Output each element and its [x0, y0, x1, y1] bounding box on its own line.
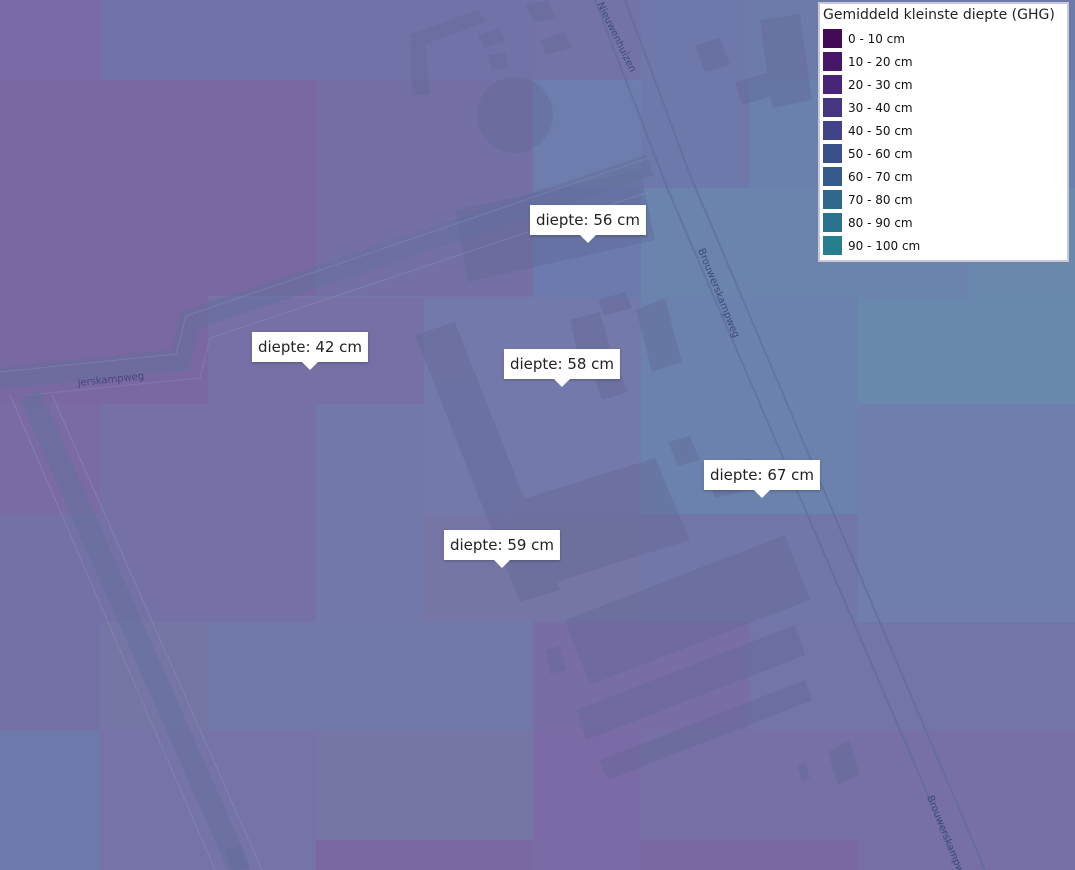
- legend-item: 50 - 60 cm: [822, 142, 1065, 165]
- legend-swatch: [823, 121, 842, 140]
- legend-swatch: [823, 236, 842, 255]
- depth-callout[interactable]: diepte: 42 cm: [251, 332, 369, 370]
- legend-swatch: [823, 29, 842, 48]
- legend-item: 90 - 100 cm: [822, 234, 1065, 257]
- legend-label: 40 - 50 cm: [848, 123, 913, 138]
- legend-swatch: [823, 75, 842, 94]
- legend-item: 70 - 80 cm: [822, 188, 1065, 211]
- legend-label: 20 - 30 cm: [848, 77, 913, 92]
- legend-swatch: [823, 190, 842, 209]
- legend-label: 0 - 10 cm: [848, 31, 905, 46]
- legend-swatch: [823, 52, 842, 71]
- legend-label: 60 - 70 cm: [848, 169, 913, 184]
- map-legend: Gemiddeld kleinste diepte (GHG) 0 - 10 c…: [818, 2, 1069, 262]
- legend-swatch: [823, 144, 842, 163]
- legend-item: 60 - 70 cm: [822, 165, 1065, 188]
- legend-swatch: [823, 213, 842, 232]
- legend-label: 70 - 80 cm: [848, 192, 913, 207]
- legend-item: 80 - 90 cm: [822, 211, 1065, 234]
- legend-item: 30 - 40 cm: [822, 96, 1065, 119]
- depth-callout[interactable]: diepte: 56 cm: [529, 205, 647, 243]
- legend-item: 20 - 30 cm: [822, 73, 1065, 96]
- legend-label: 90 - 100 cm: [848, 238, 921, 253]
- legend-label: 10 - 20 cm: [848, 54, 913, 69]
- legend-item: 10 - 20 cm: [822, 50, 1065, 73]
- legend-item: 40 - 50 cm: [822, 119, 1065, 142]
- legend-label: 80 - 90 cm: [848, 215, 913, 230]
- legend-title: Gemiddeld kleinste diepte (GHG): [823, 7, 1055, 23]
- legend-item: 0 - 10 cm: [822, 27, 1065, 50]
- depth-callout[interactable]: diepte: 67 cm: [703, 460, 821, 498]
- legend-swatch: [823, 167, 842, 186]
- legend-label: 30 - 40 cm: [848, 100, 913, 115]
- depth-callout[interactable]: diepte: 58 cm: [503, 349, 621, 387]
- depth-callout[interactable]: diepte: 59 cm: [443, 530, 561, 568]
- legend-swatch: [823, 98, 842, 117]
- legend-label: 50 - 60 cm: [848, 146, 913, 161]
